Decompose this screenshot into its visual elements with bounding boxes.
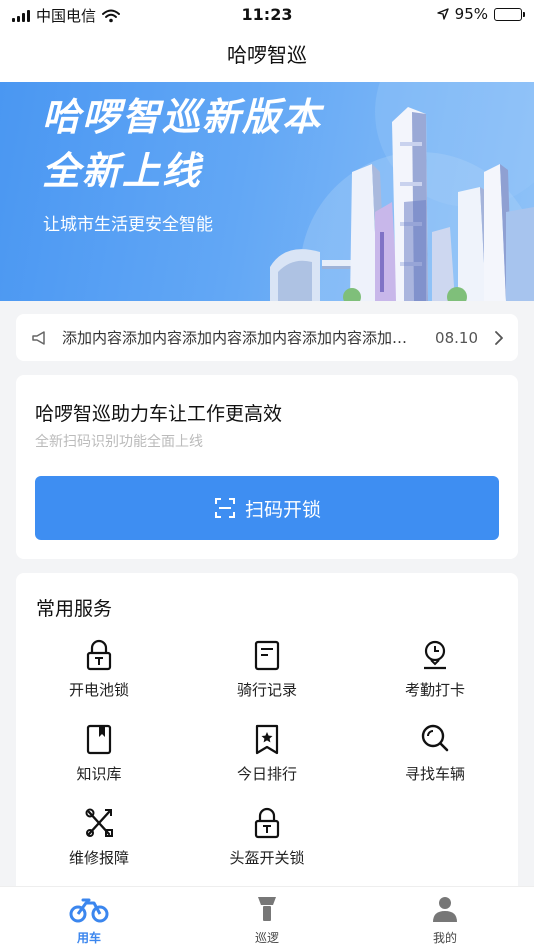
flashlight-icon (258, 897, 276, 921)
service-ranking[interactable]: 今日排行 (192, 723, 342, 795)
bike-icon (69, 898, 109, 923)
services-card: 常用服务 开电池锁 骑行记录 考勤打卡 知识库 今日排行 寻找车辆 维修报障 头… (16, 573, 518, 893)
service-battery-lock[interactable]: 开电池锁 (24, 639, 174, 711)
service-label: 开电池锁 (68, 681, 129, 699)
search-icon (421, 724, 449, 752)
service-find-vehicle[interactable]: 寻找车辆 (360, 723, 510, 795)
lock-icon (254, 807, 280, 839)
tab-label: 巡逻 (254, 931, 279, 945)
service-label: 维修报障 (68, 849, 129, 867)
service-label: 考勤打卡 (404, 681, 465, 699)
scan-unlock-label: 扫码开锁 (244, 498, 321, 521)
tab-bar: 用车 巡逻 我的 (0, 886, 534, 950)
services-title: 常用服务 (36, 598, 113, 620)
clock-pin-icon (424, 640, 446, 670)
book-icon (86, 724, 112, 755)
status-bar: 中国电信 11:23 95% (0, 0, 534, 30)
banner-title-line2: 全新上线 (42, 149, 203, 193)
scan-icon (214, 498, 235, 518)
user-icon (433, 897, 457, 922)
service-knowledge-base[interactable]: 知识库 (24, 723, 174, 795)
tab-patrol[interactable]: 巡逻 (207, 895, 327, 946)
notice-bar[interactable]: 添加内容添加内容添加内容添加内容添加内容添加内容 08.10 (16, 314, 518, 361)
promo-banner[interactable]: 哈啰智巡新版本 全新上线 让城市生活更安全智能 (0, 82, 534, 301)
tab-use-vehicle[interactable]: 用车 (29, 895, 149, 946)
battery-icon (494, 7, 525, 21)
location-arrow-icon (436, 8, 449, 20)
chevron-right-icon (495, 330, 503, 345)
service-label: 今日排行 (236, 765, 297, 783)
scan-card: 哈啰智巡助力车让工作更高效 全新扫码识别功能全面上线 扫码开锁 (16, 375, 518, 559)
notice-date: 08.10 (435, 328, 478, 347)
banner-title: 哈啰智巡新版本 全新上线 (42, 90, 322, 198)
nav-title: 哈啰智巡 (0, 30, 534, 82)
document-icon (254, 640, 280, 671)
megaphone-icon (32, 330, 45, 345)
tab-label: 我的 (432, 931, 457, 945)
tools-icon (85, 808, 113, 837)
service-repair-report[interactable]: 维修报障 (24, 807, 174, 879)
tab-label: 用车 (76, 931, 101, 945)
service-label: 寻找车辆 (404, 765, 465, 783)
service-label: 知识库 (76, 765, 122, 783)
scan-card-subtitle: 全新扫码识别功能全面上线 (35, 434, 203, 450)
notice-text: 添加内容添加内容添加内容添加内容添加内容添加内容 (62, 329, 418, 347)
service-label: 头盔开关锁 (229, 849, 305, 867)
tab-mine[interactable]: 我的 (385, 895, 505, 946)
battery-percent: 95% (454, 5, 488, 23)
service-label: 骑行记录 (236, 681, 297, 699)
banner-slogan: 让城市生活更安全智能 (43, 215, 213, 235)
service-attendance[interactable]: 考勤打卡 (360, 639, 510, 711)
scan-unlock-button[interactable]: 扫码开锁 (35, 476, 499, 540)
service-ride-records[interactable]: 骑行记录 (192, 639, 342, 711)
service-helmet-lock[interactable]: 头盔开关锁 (192, 807, 342, 879)
banner-title-line1: 哈啰智巡新版本 (42, 95, 323, 139)
scan-card-title: 哈啰智巡助力车让工作更高效 (35, 403, 283, 425)
lock-icon (86, 639, 112, 671)
star-bookmark-icon (255, 724, 279, 755)
status-right: 95% (436, 5, 525, 23)
